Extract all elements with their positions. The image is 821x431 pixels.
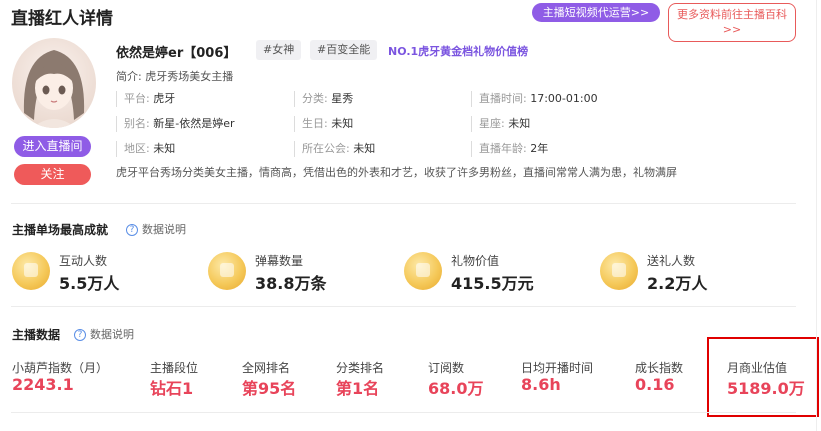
stat-value: 68.0万 xyxy=(428,379,484,398)
info-guild: 所在公会: 未知 xyxy=(294,141,375,157)
info-years: 直播年龄: 2年 xyxy=(471,141,548,157)
achievement-label: 送礼人数 xyxy=(647,254,696,268)
help-icon: ? xyxy=(74,329,86,341)
achievements-title: 主播单场最高成就 xyxy=(12,223,109,237)
info-region: 地区: 未知 xyxy=(116,141,175,157)
divider xyxy=(11,306,796,307)
achievement-label: 互动人数 xyxy=(59,254,108,268)
stat-value: 0.16 xyxy=(635,375,675,394)
stat-value: 2243.1 xyxy=(12,375,74,394)
achievement-value: 5.5万人 xyxy=(59,274,120,293)
stat-label: 主播段位 xyxy=(150,361,199,375)
achievement-value: 415.5万元 xyxy=(451,274,534,293)
achievement-value: 2.2万人 xyxy=(647,274,708,293)
info-years-label: 直播年龄: xyxy=(479,142,527,155)
info-category-value: 星秀 xyxy=(331,92,354,105)
stat-label: 小葫芦指数（月） xyxy=(12,361,109,375)
divider xyxy=(11,412,796,413)
info-birthday-label: 生日: xyxy=(302,117,328,130)
info-category-label: 分类: xyxy=(302,92,328,105)
stat-label: 全网排名 xyxy=(242,361,291,375)
stat-value: 第1名 xyxy=(336,379,380,398)
enter-room-button[interactable]: 进入直播间 xyxy=(14,136,91,157)
medal-icon xyxy=(208,252,246,290)
medal-icon xyxy=(404,252,442,290)
info-region-label: 地区: xyxy=(124,142,150,155)
info-region-value: 未知 xyxy=(153,142,176,155)
info-years-value: 2年 xyxy=(530,142,549,155)
achievements-help[interactable]: ? 数据说明 xyxy=(126,221,186,237)
stat-value: 8.6h xyxy=(521,375,561,394)
info-alias-value: 新星-依然是婷er xyxy=(153,117,235,130)
stat-label: 日均开播时间 xyxy=(521,361,594,375)
info-category: 分类: 星秀 xyxy=(294,91,353,107)
stats-help-label: 数据说明 xyxy=(90,328,134,341)
stat-value: 钻石1 xyxy=(150,379,194,398)
achievement-label: 弹幕数量 xyxy=(255,254,304,268)
stat-label: 订阅数 xyxy=(428,361,465,375)
achievement-value: 38.8万条 xyxy=(255,274,327,293)
stats-title: 主播数据 xyxy=(12,328,61,342)
divider xyxy=(816,0,817,431)
video-service-button[interactable]: 主播短视频代运营>> xyxy=(532,3,660,22)
info-zodiac-value: 未知 xyxy=(508,117,531,130)
info-birthday: 生日: 未知 xyxy=(294,116,353,132)
tag-goddess[interactable]: #女神 xyxy=(256,40,302,60)
avatar xyxy=(12,38,96,128)
achievement-label: 礼物价值 xyxy=(451,254,500,268)
medal-icon xyxy=(600,252,638,290)
tag-versatile[interactable]: #百变全能 xyxy=(310,40,378,60)
info-alias-label: 别名: xyxy=(124,117,150,130)
tag-goddess-label: #女神 xyxy=(263,43,295,56)
info-guild-value: 未知 xyxy=(353,142,376,155)
follow-button[interactable]: 关注 xyxy=(14,164,91,185)
stats-help[interactable]: ? 数据说明 xyxy=(74,326,134,342)
medal-icon xyxy=(12,252,50,290)
divider xyxy=(11,203,796,204)
achievements-help-label: 数据说明 xyxy=(142,223,186,236)
info-platform-label: 平台: xyxy=(124,92,150,105)
info-guild-label: 所在公会: xyxy=(302,142,350,155)
page-title: 直播红人详情 xyxy=(11,9,113,29)
info-birthday-value: 未知 xyxy=(331,117,354,130)
help-icon: ? xyxy=(126,224,138,236)
info-zodiac: 星座: 未知 xyxy=(471,116,530,132)
highlight-box xyxy=(707,337,819,417)
more-info-button[interactable]: 更多资料前往主播百科>> xyxy=(668,3,796,42)
info-zodiac-label: 星座: xyxy=(479,117,505,130)
stat-label: 分类排名 xyxy=(336,361,385,375)
streamer-description: 虎牙平台秀场分类美女主播，情商高，凭借出色的外表和才艺，收获了许多男粉丝，直播间… xyxy=(116,166,677,179)
info-alias: 别名: 新星-依然是婷er xyxy=(116,116,234,132)
tag-versatile-label: #百变全能 xyxy=(317,43,371,56)
rank-tag[interactable]: NO.1虎牙黄金档礼物价值榜 xyxy=(388,43,528,59)
intro: 简介: 虎牙秀场美女主播 xyxy=(116,70,234,83)
stat-label: 成长指数 xyxy=(635,361,684,375)
info-time-label: 直播时间: xyxy=(479,92,527,105)
stat-value: 第95名 xyxy=(242,379,297,398)
info-time: 直播时间: 17:00-01:00 xyxy=(471,91,598,107)
info-time-value: 17:00-01:00 xyxy=(530,92,598,105)
info-platform: 平台: 虎牙 xyxy=(116,91,175,107)
streamer-name: 依然是婷er【006】 xyxy=(116,46,237,61)
info-platform-value: 虎牙 xyxy=(153,92,176,105)
